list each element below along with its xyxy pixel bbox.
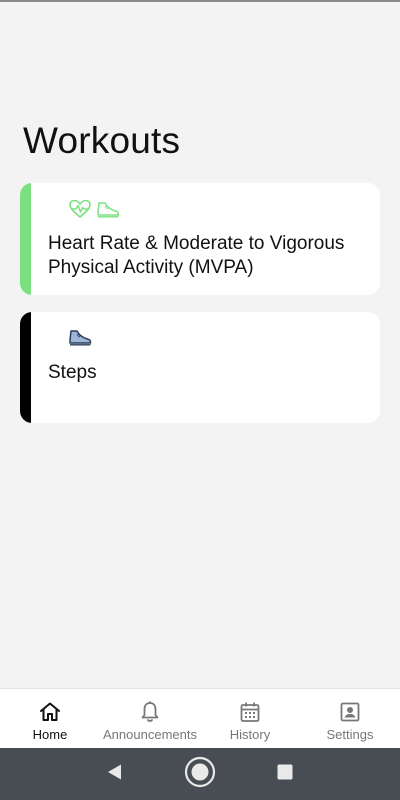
workout-card-steps[interactable]: Steps [20,312,380,423]
home-circle-icon [184,756,216,793]
nav-item-home[interactable]: Home [0,689,100,748]
bottom-navigation: Home Announcements History Settings [0,688,400,748]
nav-item-history[interactable]: History [200,689,300,748]
home-system-button[interactable] [182,756,218,792]
calendar-icon [238,700,262,724]
nav-label-settings: Settings [326,727,374,742]
nav-label-home: Home [32,727,68,742]
workout-card-mvpa[interactable]: Heart Rate & Moderate to Vigorous Physic… [20,183,380,295]
status-divider [0,0,400,2]
home-icon [38,700,62,724]
nav-label-announcements: Announcements [103,727,197,742]
back-button[interactable] [97,756,133,792]
bell-icon [138,700,162,724]
card-icons [68,199,120,219]
page-title: Workouts [23,120,181,161]
account-box-icon [338,700,362,724]
back-icon [105,762,125,787]
workout-title: Heart Rate & Moderate to Vigorous Physic… [48,233,345,278]
recents-icon [276,763,294,786]
card-accent-stripe [20,183,31,295]
nav-item-announcements[interactable]: Announcements [100,689,200,748]
sneaker-icon [68,328,92,346]
heart-rate-icon [68,199,92,219]
recents-button[interactable] [267,756,303,792]
sneaker-icon [96,200,120,218]
system-navigation-bar [0,748,400,800]
workout-title: Steps [48,362,97,383]
nav-item-settings[interactable]: Settings [300,689,400,748]
nav-label-history: History [229,727,271,742]
card-accent-stripe [20,312,31,423]
card-icons [68,328,92,346]
